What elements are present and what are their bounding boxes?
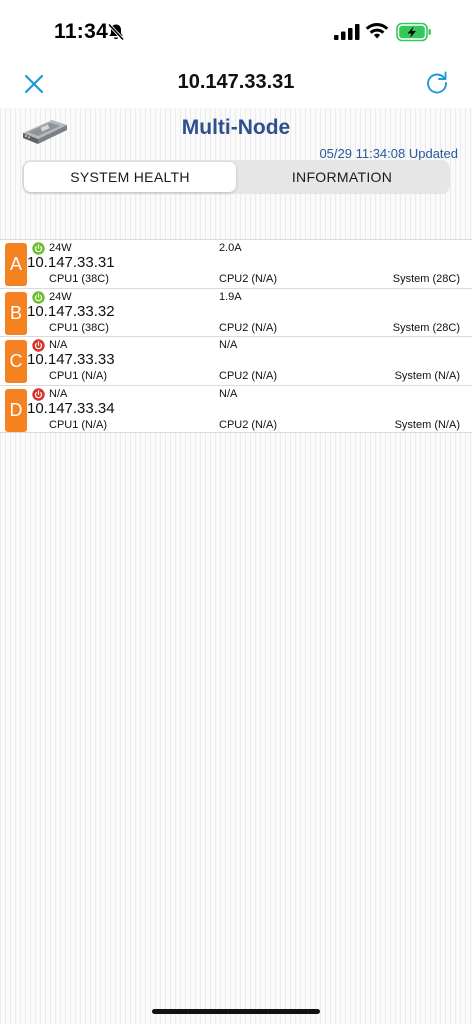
- current-value: N/A: [219, 387, 238, 400]
- content-area: Multi-Node 05/29 11:34:08 Updated SYSTEM…: [0, 108, 472, 1024]
- tab-information[interactable]: INFORMATION: [236, 162, 448, 192]
- header-area: Multi-Node 05/29 11:34:08 Updated SYSTEM…: [0, 108, 472, 198]
- refresh-icon: [427, 71, 447, 94]
- node-list: A 24W 2.0A 10.147.33.31 CPU1 (38C) CPU2 …: [0, 239, 472, 433]
- current-value: 2.0A: [219, 242, 242, 254]
- wifi-icon: [365, 23, 389, 39]
- page-title: 10.147.33.31: [177, 71, 295, 93]
- app-screen: 11:34 10.147.33.31 Multi-Node 05/29 11:3…: [0, 0, 472, 1024]
- navigation-bar: 10.147.33.31: [0, 60, 472, 108]
- cpu2-temp: CPU2 (N/A): [219, 321, 278, 334]
- node-ip: 10.147.33.33: [27, 351, 115, 368]
- app-title: Multi-Node: [181, 116, 291, 139]
- battery-charging-icon: [396, 22, 431, 42]
- node-ip: 10.147.33.32: [27, 302, 115, 320]
- node-row-a[interactable]: A 24W 2.0A 10.147.33.31 CPU1 (38C) CPU2 …: [0, 239, 472, 288]
- cpu2-temp: CPU2 (N/A): [219, 273, 278, 285]
- cpu1-temp: CPU1 (38C): [49, 273, 109, 285]
- current-value: 1.9A: [219, 290, 242, 303]
- cpu2-temp: CPU2 (N/A): [219, 370, 278, 382]
- system-temp: System (28C): [392, 321, 460, 334]
- power-value: N/A: [49, 339, 68, 351]
- power-value: N/A: [49, 387, 68, 400]
- tab-system-health[interactable]: SYSTEM HEALTH: [24, 162, 236, 192]
- node-ip: 10.147.33.34: [27, 399, 115, 417]
- refresh-button[interactable]: [422, 68, 452, 98]
- bell-slash-icon: [107, 23, 125, 41]
- system-temp: System (N/A): [394, 370, 460, 382]
- status-bar: 11:34: [0, 0, 472, 60]
- cpu1-temp: CPU1 (38C): [49, 321, 109, 334]
- current-value: N/A: [219, 339, 238, 351]
- node-badge: C: [5, 340, 27, 383]
- system-temp: System (28C): [392, 273, 460, 285]
- node-row-b[interactable]: B 24W 1.9A 10.147.33.32 CPU1 (38C) CPU2 …: [0, 287, 472, 336]
- cellular-signal-icon: [334, 24, 360, 40]
- segmented-control: SYSTEM HEALTH INFORMATION: [22, 160, 450, 194]
- node-ip: 10.147.33.31: [27, 254, 115, 271]
- node-badge: A: [5, 243, 27, 286]
- node-badge: B: [5, 291, 27, 335]
- system-temp: System (N/A): [394, 418, 460, 431]
- power-value: 24W: [49, 290, 72, 303]
- cpu1-temp: CPU1 (N/A): [49, 418, 108, 431]
- status-time: 11:34: [54, 20, 109, 43]
- cpu2-temp: CPU2 (N/A): [219, 418, 278, 431]
- home-indicator[interactable]: [152, 1009, 320, 1014]
- node-row-d[interactable]: D N/A N/A 10.147.33.34 CPU1 (N/A) CPU2 (…: [0, 384, 472, 433]
- cpu1-temp: CPU1 (N/A): [49, 370, 108, 382]
- node-badge: D: [5, 388, 27, 432]
- last-updated-text: 05/29 11:34:08 Updated: [319, 146, 458, 161]
- node-row-c[interactable]: C N/A N/A 10.147.33.33 CPU1 (N/A) CPU2 (…: [0, 336, 472, 385]
- power-value: 24W: [49, 242, 72, 254]
